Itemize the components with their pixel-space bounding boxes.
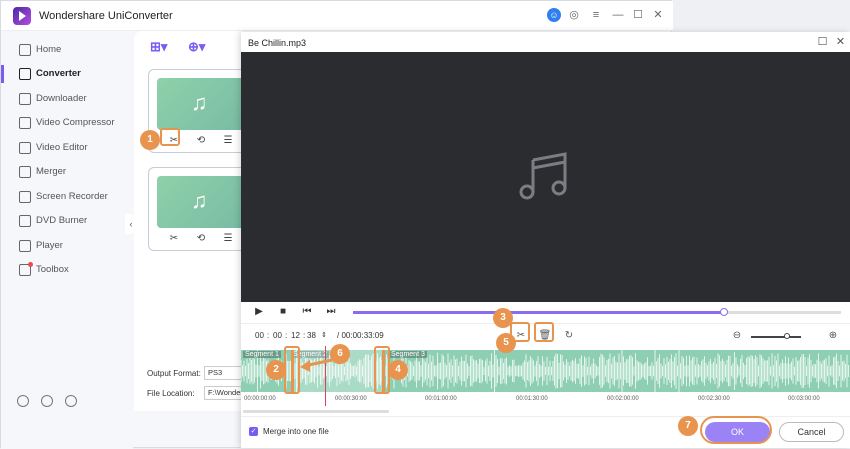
add-file-button[interactable]: ⊞▾ (150, 39, 174, 57)
title-bar: Wondershare UniConverter ☺ ◎ ≡ — ☐ ✕ (1, 1, 673, 31)
app-title: Wondershare UniConverter (39, 10, 173, 22)
callout-badge: 2 (266, 360, 286, 380)
zoom-handle[interactable] (784, 333, 790, 339)
segment-label: Segment 1 (243, 351, 281, 358)
music-note-icon: ♫ (191, 90, 208, 115)
output-format-label: Output Format: (147, 369, 201, 378)
refresh-icon[interactable]: ↻ (561, 328, 577, 344)
record-icon (19, 191, 31, 203)
feedback-icon[interactable] (65, 395, 77, 407)
drag-arrow-icon (300, 358, 333, 372)
highlight-box (700, 416, 772, 444)
zoom-out-icon[interactable]: ⊖ (729, 328, 745, 344)
maximize-icon[interactable]: ☐ (817, 37, 828, 48)
seek-handle[interactable] (719, 308, 728, 316)
zoom-slider[interactable] (751, 333, 801, 339)
sidebar-item-converter[interactable]: Converter (1, 63, 133, 85)
callout-badge: 3 (493, 308, 513, 328)
tick-label: 00:03:00:00 (788, 396, 820, 402)
app-logo (13, 7, 31, 25)
crop-icon[interactable]: ⟲ (194, 134, 208, 148)
file-card[interactable]: ♫ ✂ ⟲ ☰ (148, 167, 248, 251)
dvd-icon (19, 215, 31, 227)
file-location-label: File Location: (147, 389, 195, 398)
next-icon[interactable]: ⏭ (325, 306, 337, 318)
total-duration: / 00:00:33:09 (337, 331, 384, 340)
music-note-icon (519, 152, 567, 200)
compress-icon (19, 117, 31, 129)
sidebar-item-toolbox[interactable]: Toolbox (1, 259, 133, 281)
play-icon[interactable]: ▶ (253, 306, 265, 318)
sidebar-item-screen-recorder[interactable]: Screen Recorder (1, 186, 133, 208)
sidebar: Home Converter Downloader Video Compress… (1, 31, 133, 449)
menu-icon[interactable]: ≡ (589, 8, 603, 22)
headset-icon[interactable]: ◎ (567, 8, 581, 22)
edit-icon (19, 142, 31, 154)
time-frames[interactable]: 38 (307, 331, 316, 340)
dialog-title: Be Chillin.mp3 (248, 38, 307, 48)
timeline-scrollbar[interactable] (243, 410, 389, 413)
close-icon[interactable]: ✕ (835, 37, 846, 48)
close-icon[interactable]: ✕ (651, 8, 665, 22)
segment-label: Segment 3 (389, 351, 427, 358)
sidebar-item-merger[interactable]: Merger (1, 161, 133, 183)
time-hours[interactable]: 00 (255, 331, 264, 340)
seek-progress (353, 311, 724, 314)
music-note-icon: ♫ (191, 188, 208, 213)
home-icon (19, 44, 31, 56)
merge-icon (19, 166, 31, 178)
play-icon (19, 240, 31, 252)
previous-icon[interactable]: ⏮ (301, 306, 313, 318)
minimize-icon[interactable]: — (611, 8, 625, 22)
stop-icon[interactable]: ■ (277, 306, 289, 318)
callout-badge: 7 (678, 416, 698, 436)
file-thumbnail: ♫ (157, 176, 247, 228)
highlight-box (534, 322, 554, 342)
trim-dialog: Be Chillin.mp3 ☐ ✕ ▶ ■ ⏮ ⏭ 00 : 00 : 12 … (241, 32, 850, 448)
crop-icon[interactable]: ⟲ (194, 232, 208, 246)
merge-label: Merge into one file (263, 427, 329, 436)
help-icon[interactable] (17, 395, 29, 407)
highlight-box (160, 128, 180, 146)
output-format-select[interactable]: PS3 (204, 366, 244, 380)
time-minutes[interactable]: 00 (273, 331, 282, 340)
sidebar-item-video-compressor[interactable]: Video Compressor (1, 112, 133, 134)
notification-dot (28, 262, 33, 267)
callout-badge: 5 (496, 333, 516, 353)
converter-icon (19, 68, 31, 80)
user-icon[interactable]: ☺ (547, 8, 561, 22)
seek-bar[interactable] (353, 308, 841, 316)
effects-icon[interactable]: ☰ (221, 134, 235, 148)
file-thumbnail: ♫ (157, 78, 247, 130)
trim-icon[interactable]: ✂ (167, 232, 181, 246)
sidebar-item-video-editor[interactable]: Video Editor (1, 137, 133, 159)
download-icon (19, 93, 31, 105)
tick-label: 00:02:00:00 (607, 396, 639, 402)
playback-controls: ▶ ■ ⏮ ⏭ (241, 302, 850, 324)
tick-label: 00:00:00:00 (244, 396, 276, 402)
zoom-in-icon[interactable]: ⊕ (825, 328, 841, 344)
sidebar-item-downloader[interactable]: Downloader (1, 88, 133, 110)
tick-label: 00:02:30:00 (698, 396, 730, 402)
tick-label: 00:00:30:00 (335, 396, 367, 402)
timeline-ruler: 00:00:00:00 00:00:30:00 00:01:00:00 00:0… (241, 392, 850, 406)
sidebar-item-dvd-burner[interactable]: DVD Burner (1, 210, 133, 232)
callout-badge: 1 (140, 130, 160, 150)
bell-icon[interactable] (41, 395, 53, 407)
maximize-icon[interactable]: ☐ (631, 8, 645, 22)
effects-icon[interactable]: ☰ (221, 232, 235, 246)
callout-badge: 4 (388, 360, 408, 380)
sidebar-item-home[interactable]: Home (1, 39, 133, 61)
merge-checkbox[interactable]: ✓ (249, 427, 258, 436)
sidebar-item-player[interactable]: Player (1, 235, 133, 257)
add-media-button[interactable]: ⊕▾ (188, 39, 212, 57)
tick-label: 00:01:00:00 (425, 396, 457, 402)
file-location-field[interactable]: F:\Wonder (204, 386, 244, 400)
time-stepper[interactable]: ⇕ (321, 331, 327, 339)
tick-label: 00:01:30:00 (516, 396, 548, 402)
time-seconds[interactable]: 12 (291, 331, 300, 340)
media-preview (241, 52, 850, 302)
converter-panel: ⊞▾ ⊕▾ ♫ ✂ ⟲ ☰ ♫ ✂ ⟲ ☰ Output Format: PS3… (134, 31, 248, 411)
cancel-button[interactable]: Cancel (779, 422, 844, 442)
